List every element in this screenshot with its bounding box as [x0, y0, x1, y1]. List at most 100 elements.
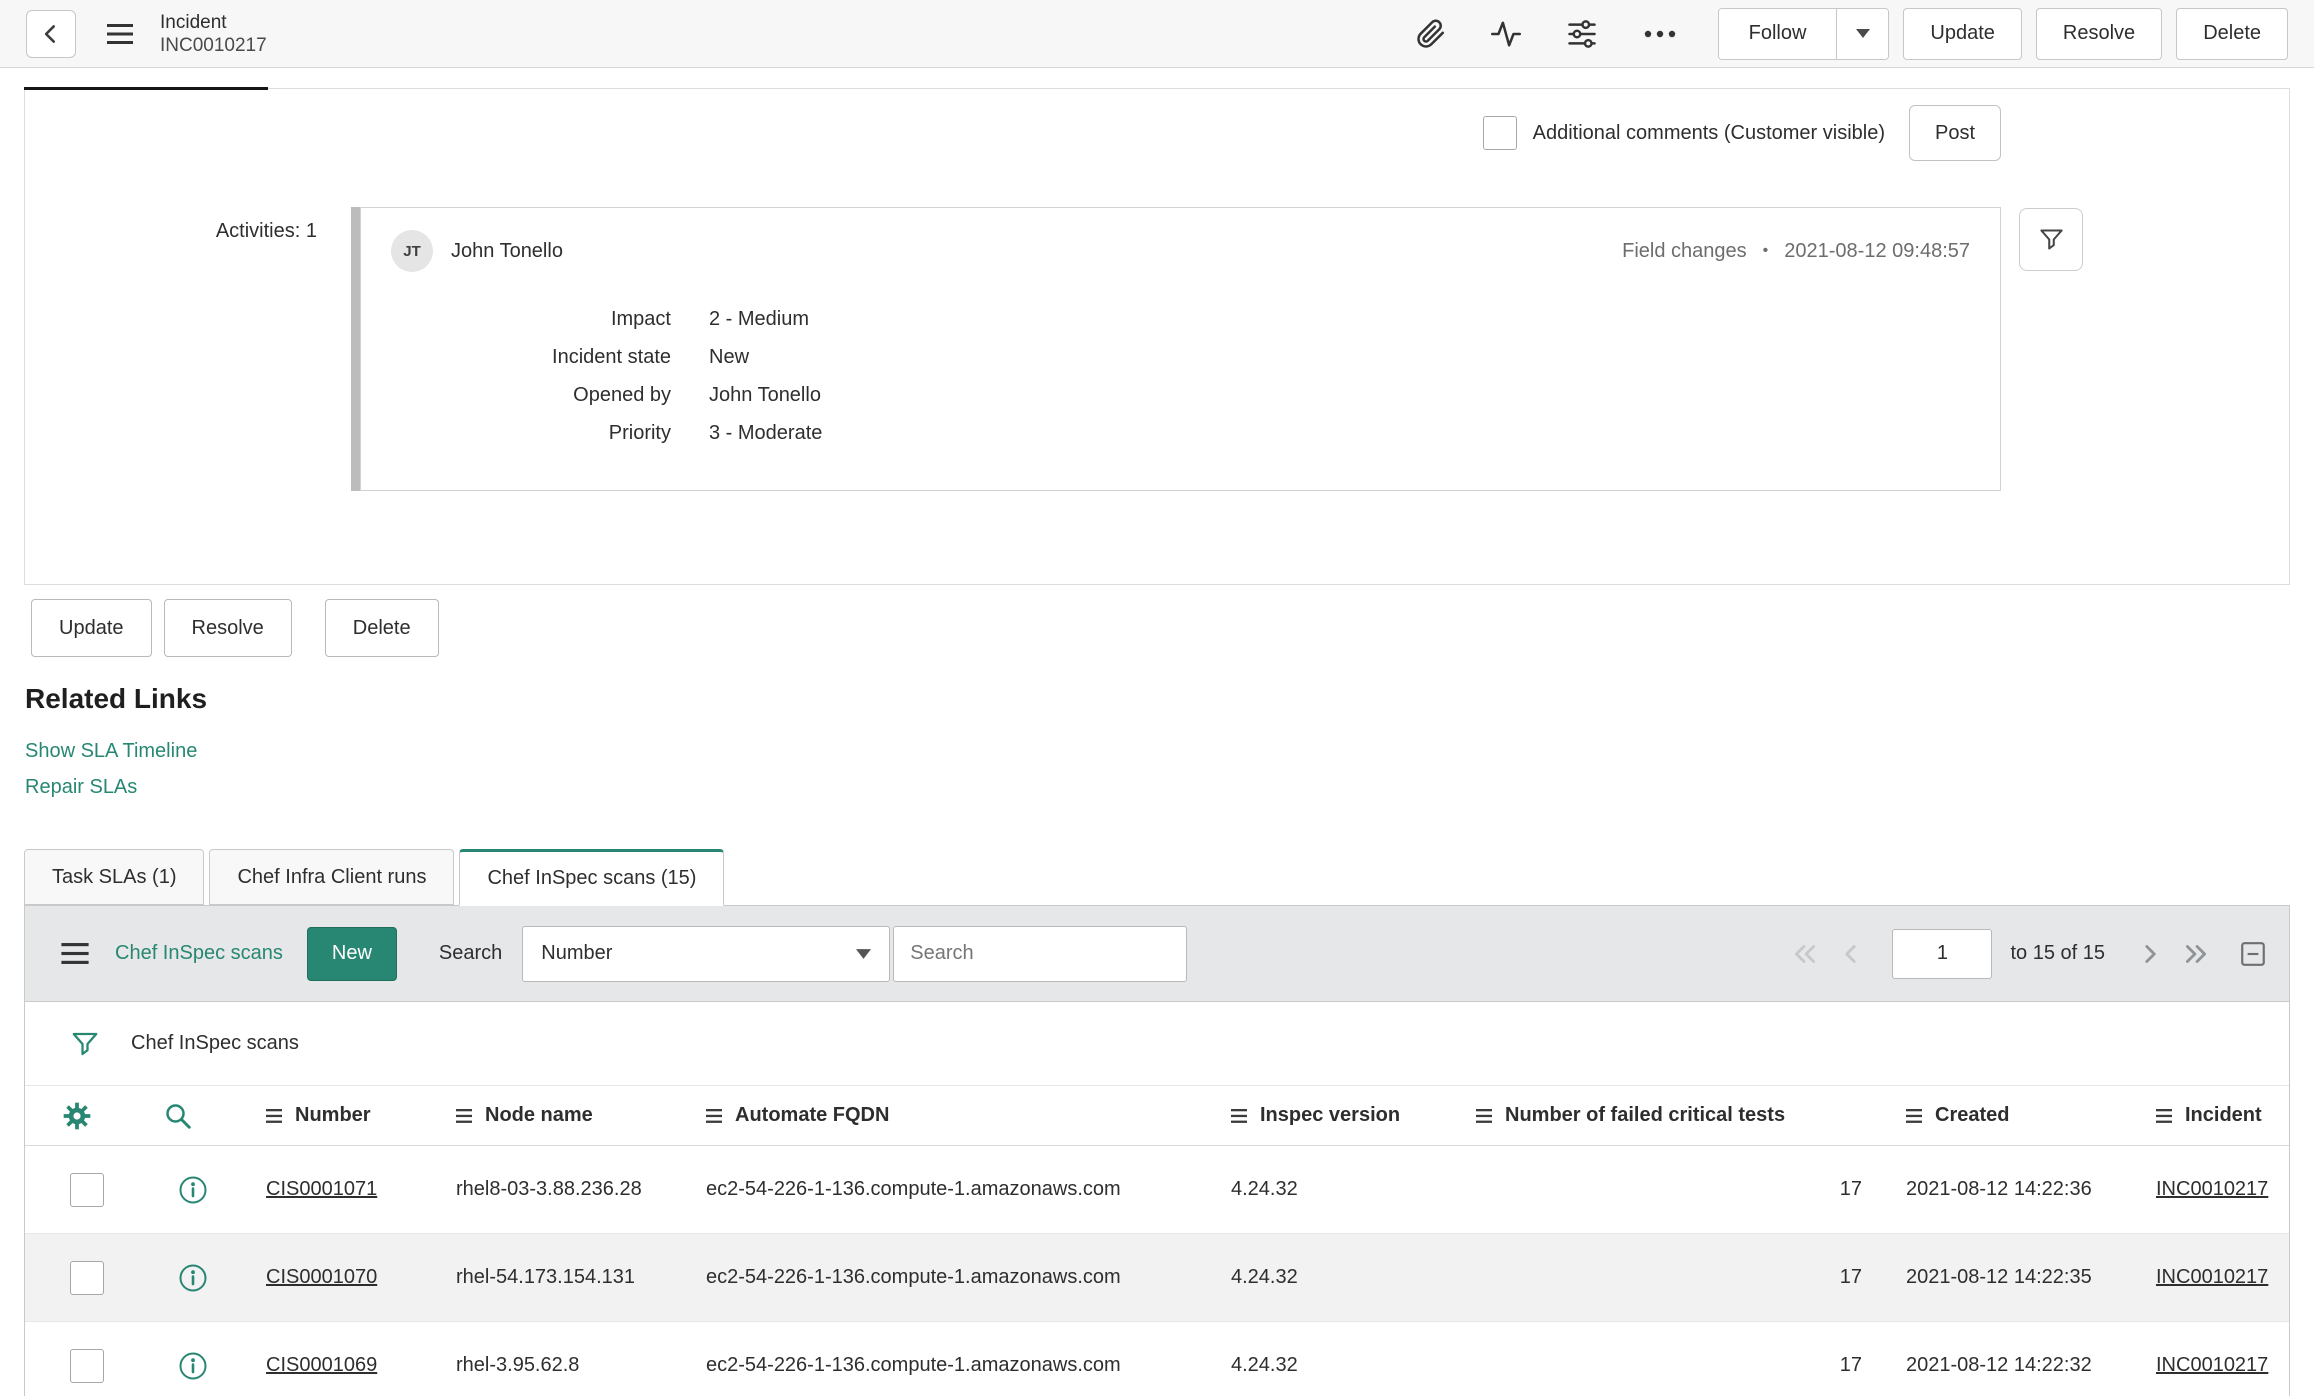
column-menu-icon	[456, 1108, 474, 1123]
update-button[interactable]: Update	[31, 599, 152, 657]
incident-link[interactable]: INC0010217	[2156, 1178, 2268, 1200]
record-preview-button[interactable]	[178, 1351, 232, 1381]
search-field-select[interactable]: Number	[522, 925, 891, 982]
activity-filter-button[interactable]	[2019, 208, 2083, 271]
column-header-failed-critical-tests[interactable]: Number of failed critical tests	[1452, 1104, 1882, 1127]
field-change-label: Priority	[608, 422, 671, 444]
list-breadcrumb-row: Chef InSpec scans	[25, 1002, 2289, 1086]
column-label: Inspec version	[1260, 1104, 1401, 1126]
activity-stream-button[interactable]	[1490, 19, 1522, 49]
column-header-created[interactable]: Created	[1882, 1104, 2132, 1127]
more-options-button[interactable]	[1642, 29, 1678, 39]
first-page-button[interactable]	[1790, 940, 1820, 968]
activity-timestamp: 2021-08-12 09:48:57	[1784, 239, 1970, 262]
chevron-left-icon	[1836, 940, 1866, 968]
list-context-menu-button[interactable]	[47, 942, 103, 965]
column-header-number[interactable]: Number	[232, 1104, 432, 1127]
list-filter-button[interactable]	[69, 1029, 101, 1059]
column-search-button[interactable]	[163, 1101, 232, 1131]
additional-comments-label: Additional comments (Customer visible)	[1532, 122, 1885, 144]
column-header-node-name[interactable]: Node name	[432, 1104, 682, 1127]
sliders-icon	[1566, 19, 1598, 49]
column-header-incident[interactable]: Incident	[2132, 1104, 2289, 1127]
breadcrumb[interactable]: Chef InSpec scans	[131, 1032, 299, 1055]
pulse-icon	[1490, 19, 1522, 49]
field-change-row: Priority 3 - Moderate	[391, 414, 1970, 452]
attachment-button[interactable]	[1416, 19, 1446, 49]
field-change-label: Incident state	[552, 346, 671, 368]
record-preview-button[interactable]	[178, 1175, 232, 1205]
incident-link[interactable]: INC0010217	[2156, 1354, 2268, 1376]
meta-separator: •	[1762, 242, 1769, 259]
funnel-icon	[69, 1029, 101, 1059]
tab-chef-inspec-scans[interactable]: Chef InSpec scans (15)	[459, 849, 725, 906]
back-button[interactable]	[26, 9, 76, 58]
search-icon	[163, 1101, 193, 1131]
column-label: Number of failed critical tests	[1505, 1104, 1786, 1126]
list-title[interactable]: Chef InSpec scans	[115, 942, 283, 965]
context-menu-button[interactable]	[106, 23, 134, 45]
row-checkbox[interactable]	[70, 1348, 104, 1383]
column-menu-icon	[1231, 1108, 1249, 1123]
resolve-button-header[interactable]: Resolve	[2035, 7, 2163, 60]
post-button[interactable]: Post	[1909, 105, 2001, 161]
created-cell: 2021-08-12 14:22:36	[1906, 1178, 2092, 1200]
minimize-box-icon	[2239, 940, 2267, 968]
repair-slas-link[interactable]: Repair SLAs	[25, 769, 2314, 805]
column-label: Number	[295, 1104, 371, 1126]
delete-button-header[interactable]: Delete	[2176, 7, 2288, 60]
page-number-input[interactable]	[1892, 928, 1993, 979]
notes-section: Additional comments (Customer visible) P…	[24, 87, 2290, 585]
list-search-input[interactable]	[893, 925, 1188, 982]
info-icon	[178, 1351, 208, 1381]
node-name-cell: rhel-54.173.154.131	[456, 1266, 636, 1288]
follow-dropdown-button[interactable]	[1836, 8, 1889, 59]
resolve-button[interactable]: Resolve	[163, 599, 292, 657]
show-sla-timeline-link[interactable]: Show SLA Timeline	[25, 733, 2314, 769]
update-button-header[interactable]: Update	[1903, 7, 2022, 60]
failed-critical-tests-cell: 17	[1839, 1178, 1862, 1200]
field-change-value: New	[709, 346, 750, 368]
column-header-inspec-version[interactable]: Inspec version	[1207, 1104, 1452, 1127]
info-icon	[178, 1263, 208, 1293]
personalize-form-button[interactable]	[1566, 19, 1598, 49]
column-label: Created	[1935, 1104, 2010, 1126]
column-menu-icon	[266, 1108, 284, 1123]
last-page-button[interactable]	[2181, 940, 2211, 968]
next-page-button[interactable]	[2135, 940, 2165, 968]
personalize-list-button[interactable]	[61, 1100, 120, 1132]
customer-visible-checkbox[interactable]	[1482, 116, 1517, 150]
automate-fqdn-cell: ec2-54-226-1-136.compute-1.amazonaws.com	[706, 1178, 1121, 1200]
additional-comments-row: Additional comments (Customer visible) P…	[1482, 105, 2001, 161]
column-menu-icon	[706, 1108, 724, 1123]
incident-link[interactable]: INC0010217	[2156, 1266, 2268, 1288]
row-checkbox[interactable]	[70, 1172, 104, 1207]
scan-number-link[interactable]: CIS0001071	[266, 1178, 377, 1200]
table-row: CIS0001071 rhel8-03-3.88.236.28 ec2-54-2…	[25, 1146, 2289, 1234]
new-record-button[interactable]: New	[306, 926, 397, 981]
tab-chef-infra-client-runs[interactable]: Chef Infra Client runs	[209, 849, 455, 905]
failed-critical-tests-cell: 17	[1839, 1266, 1862, 1288]
record-preview-button[interactable]	[178, 1263, 232, 1293]
field-change-value: John Tonello	[709, 384, 821, 406]
delete-button[interactable]: Delete	[324, 599, 439, 657]
activity-entry: JT John Tonello Field changes • 2021-08-…	[360, 207, 2001, 491]
field-change-row: Impact 2 - Medium	[391, 300, 1970, 338]
chevron-down-icon	[856, 948, 872, 959]
tab-task-slas[interactable]: Task SLAs (1)	[24, 849, 205, 905]
field-change-value: 2 - Medium	[709, 308, 810, 330]
scan-number-link[interactable]: CIS0001070	[266, 1266, 377, 1288]
related-links-section: Related Links Show SLA Timeline Repair S…	[25, 683, 2314, 805]
activities-count-label: Activities: 1	[215, 220, 317, 242]
related-links-heading: Related Links	[25, 683, 208, 714]
info-icon	[178, 1175, 208, 1205]
page-range-label: to 15 of 15	[2010, 942, 2105, 964]
row-checkbox[interactable]	[70, 1260, 104, 1295]
previous-page-button[interactable]	[1836, 940, 1866, 968]
follow-button[interactable]: Follow	[1718, 8, 1837, 59]
column-header-automate-fqdn[interactable]: Automate FQDN	[682, 1104, 1207, 1127]
table-row: CIS0001069 rhel-3.95.62.8 ec2-54-226-1-1…	[25, 1322, 2289, 1396]
collapse-list-button[interactable]	[2239, 940, 2267, 968]
scan-number-link[interactable]: CIS0001069	[266, 1354, 377, 1376]
field-change-row: Opened by John Tonello	[391, 376, 1970, 414]
